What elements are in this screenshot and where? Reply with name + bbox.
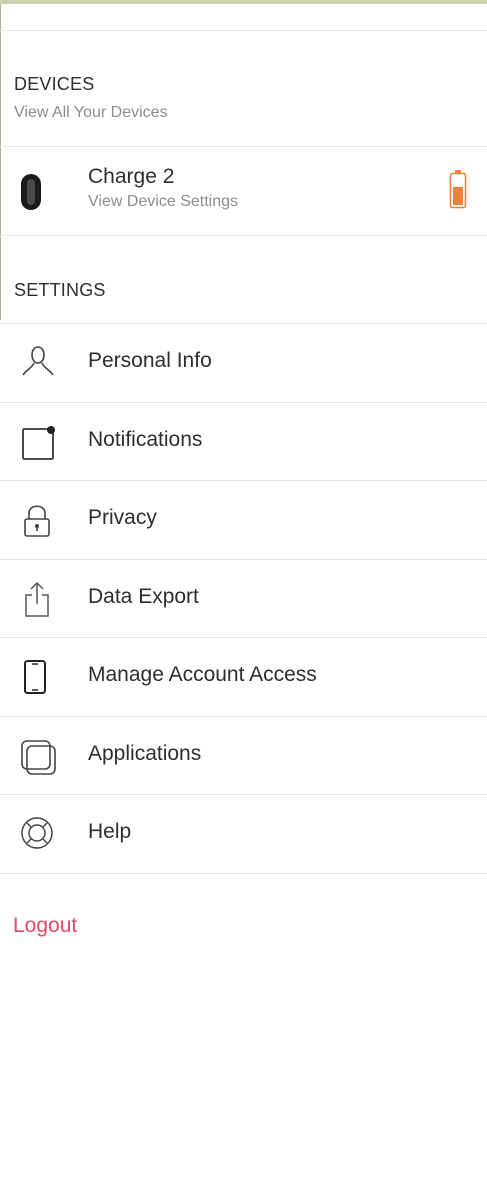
settings-item-notifications[interactable]: Notifications bbox=[0, 403, 487, 481]
top-accent-bar bbox=[0, 0, 487, 4]
settings-item-label: Personal Info bbox=[88, 349, 212, 372]
devices-view-all-link[interactable]: View All Your Devices bbox=[14, 104, 168, 122]
applications-icon bbox=[18, 736, 58, 776]
logout-link[interactable]: Logout bbox=[13, 914, 77, 938]
devices-section-title: DEVICES bbox=[14, 74, 95, 94]
phone-icon bbox=[18, 657, 58, 697]
settings-item-label: Manage Account Access bbox=[88, 663, 317, 686]
settings-item-label: Help bbox=[88, 820, 132, 843]
settings-item-help[interactable]: Help bbox=[0, 795, 487, 873]
divider bbox=[0, 873, 487, 874]
device-name: Charge 2 bbox=[88, 165, 175, 188]
settings-item-data-export[interactable]: Data Export bbox=[0, 560, 487, 638]
settings-item-privacy[interactable]: Privacy bbox=[0, 481, 487, 559]
settings-item-label: Data Export bbox=[88, 585, 199, 608]
settings-item-manage-account-access[interactable]: Manage Account Access bbox=[0, 638, 487, 716]
export-icon bbox=[18, 579, 58, 619]
divider bbox=[0, 235, 487, 236]
person-icon bbox=[18, 343, 58, 383]
settings-item-applications[interactable]: Applications bbox=[0, 717, 487, 795]
settings-item-label: Notifications bbox=[88, 428, 203, 451]
lock-icon bbox=[18, 500, 58, 540]
notification-icon bbox=[18, 422, 58, 462]
device-settings-link: View Device Settings bbox=[88, 193, 238, 210]
settings-item-label: Applications bbox=[88, 742, 202, 765]
lifebuoy-icon bbox=[18, 814, 58, 854]
settings-item-label: Privacy bbox=[88, 506, 157, 529]
battery-icon bbox=[449, 169, 467, 209]
settings-item-personal-info[interactable]: Personal Info bbox=[0, 324, 487, 402]
settings-section-title: SETTINGS bbox=[14, 280, 106, 300]
device-row-charge-2[interactable]: Charge 2 View Device Settings bbox=[0, 147, 487, 235]
fitbit-tracker-icon bbox=[20, 173, 42, 211]
divider bbox=[0, 30, 487, 31]
